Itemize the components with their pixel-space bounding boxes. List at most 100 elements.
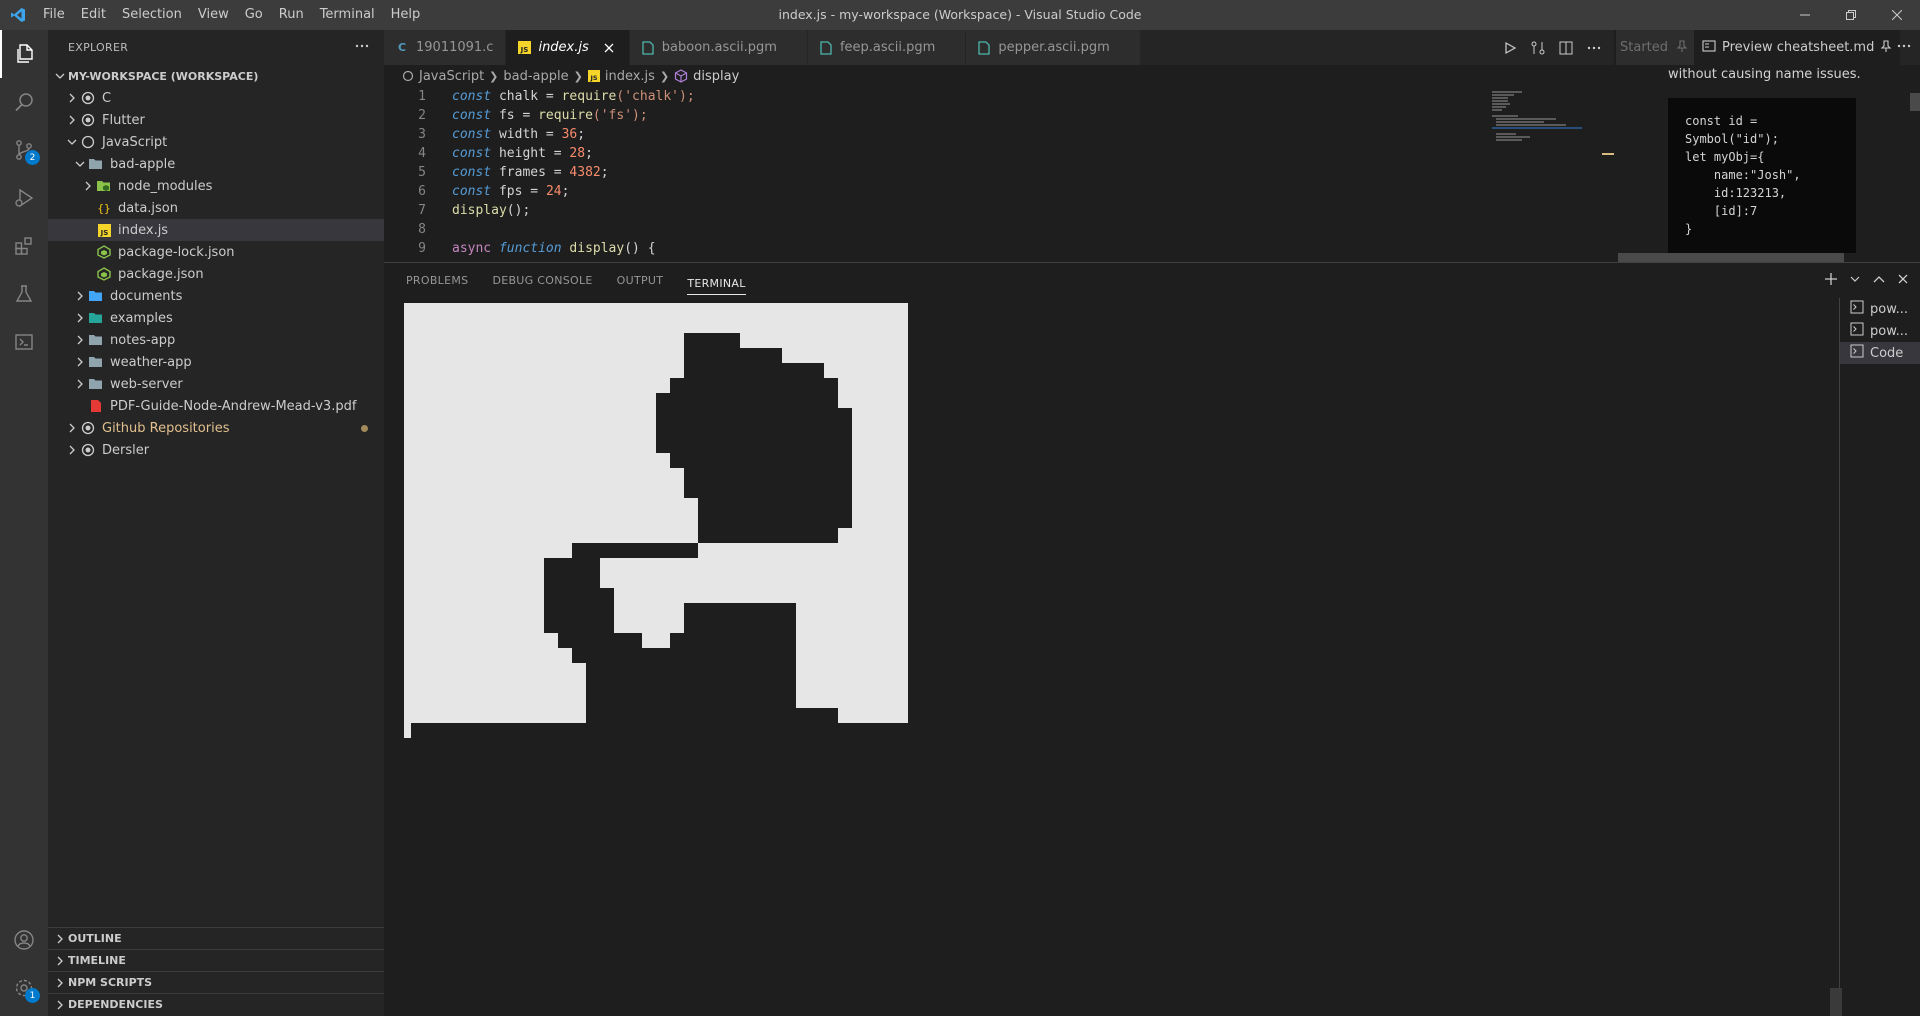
ascii-pixel-run (852, 453, 908, 468)
tree-item-package-json[interactable]: package.json (48, 263, 384, 285)
search-icon[interactable] (0, 78, 48, 126)
tab-pepper-ascii-pgm[interactable]: pepper.ascii.pgm (966, 30, 1141, 65)
tab-19011091-c[interactable]: C 19011091.c (384, 30, 507, 65)
tree-item-dersler[interactable]: Dersler (48, 439, 384, 461)
tree-item-bad-apple[interactable]: bad-apple (48, 153, 384, 175)
menu-file[interactable]: File (35, 0, 73, 30)
node-folder-icon (96, 175, 112, 197)
tree-item-flutter[interactable]: Flutter (48, 109, 384, 131)
breadcrumb-item-display[interactable]: display (674, 69, 739, 84)
close-window-icon[interactable] (1874, 0, 1920, 30)
tab-preview-cheatsheet[interactable]: Preview cheatsheet.md (1694, 30, 1901, 65)
tree-item-javascript[interactable]: JavaScript (48, 131, 384, 153)
ascii-pixel-run (404, 378, 670, 393)
modified-dot-icon (361, 425, 368, 432)
breadcrumb-item-javascript[interactable]: JavaScript (402, 69, 484, 84)
tab-output[interactable]: OUTPUT (617, 263, 664, 298)
tree-item-github-repositories[interactable]: Github Repositories (48, 417, 384, 439)
preview-icon (1702, 39, 1716, 56)
testing-icon[interactable] (0, 270, 48, 318)
workspace-header[interactable]: MY-WORKSPACE (WORKSPACE) (48, 65, 384, 87)
tab-terminal[interactable]: TERMINAL (687, 272, 746, 295)
settings-gear-icon[interactable]: 1 (0, 964, 48, 1012)
open-changes-icon[interactable] (1526, 36, 1550, 60)
tree-item-weather-app[interactable]: weather-app (48, 351, 384, 373)
tree-label: examples (110, 310, 173, 326)
menu-selection[interactable]: Selection (114, 0, 190, 30)
explorer-icon[interactable] (0, 30, 48, 78)
tab-baboon-ascii-pgm[interactable]: baboon.ascii.pgm (629, 30, 808, 65)
breadcrumb-item-index-js[interactable]: JS index.js (587, 69, 655, 84)
remote-explorer-icon[interactable] (0, 318, 48, 366)
pin-icon[interactable] (1676, 39, 1688, 56)
minimize-icon[interactable] (1782, 0, 1828, 30)
terminal-item-powershell-1[interactable]: pow... (1840, 298, 1920, 320)
new-terminal-icon[interactable] (1822, 269, 1840, 289)
more-actions-icon[interactable] (354, 38, 370, 57)
ascii-pixel-run (404, 303, 908, 318)
close-tab-icon[interactable] (601, 40, 617, 56)
tree-label: weather-app (110, 354, 192, 370)
tab-index-js[interactable]: JS index.js (506, 30, 630, 65)
tree-item-node-modules[interactable]: node_modules (48, 175, 384, 197)
code-line: 3 const width = 36; (384, 125, 1602, 144)
tab-problems[interactable]: PROBLEMS (406, 263, 468, 298)
run-debug-icon[interactable] (0, 174, 48, 222)
tab-debug-console[interactable]: DEBUG CONSOLE (492, 263, 592, 298)
tree-item-documents[interactable]: documents (48, 285, 384, 307)
tree-item-notes-app[interactable]: notes-app (48, 329, 384, 351)
breadcrumb-item-bad-apple[interactable]: bad-apple (503, 69, 568, 84)
menu-edit[interactable]: Edit (73, 0, 114, 30)
npm-scripts-section[interactable]: NPM SCRIPTS (48, 971, 384, 993)
tree-label: package.json (118, 266, 204, 282)
more-actions-icon[interactable] (1896, 38, 1912, 58)
markdown-preview[interactable]: without causing name issues. const id = … (1616, 65, 1920, 262)
terminal-output[interactable] (404, 303, 1804, 1013)
terminal-scrollbar[interactable] (1830, 988, 1842, 1016)
restore-icon[interactable] (1828, 0, 1874, 30)
timeline-section[interactable]: TIMELINE (48, 949, 384, 971)
horizontal-scrollbar[interactable] (1618, 253, 1844, 262)
accounts-icon[interactable] (0, 916, 48, 964)
tree-item-web-server[interactable]: web-server (48, 373, 384, 395)
tab-started[interactable]: Started (1616, 30, 1694, 65)
editor-scrollbar[interactable] (1602, 87, 1614, 262)
tree-item-data-json[interactable]: {} data.json (48, 197, 384, 219)
menu-view[interactable]: View (190, 0, 237, 30)
line-number: 2 (418, 108, 426, 123)
split-editor-icon[interactable] (1554, 36, 1578, 60)
ascii-pixel-run (796, 633, 908, 648)
close-panel-icon[interactable] (1894, 269, 1912, 289)
dependencies-section[interactable]: DEPENDENCIES (48, 993, 384, 1015)
menu-help[interactable]: Help (383, 0, 429, 30)
pin-icon[interactable] (1880, 39, 1892, 56)
tree-item-c[interactable]: C (48, 87, 384, 109)
terminal-label: pow... (1870, 323, 1909, 339)
terminal-item-code[interactable]: Code (1840, 342, 1920, 364)
more-actions-icon[interactable] (1582, 36, 1606, 60)
run-file-icon[interactable] (1498, 36, 1522, 60)
chevron-down-icon[interactable] (1846, 269, 1864, 289)
tab-feep-ascii-pgm[interactable]: feep.ascii.pgm (807, 30, 967, 65)
outline-section[interactable]: OUTLINE (48, 927, 384, 949)
menu-terminal[interactable]: Terminal (312, 0, 383, 30)
svg-text:JS: JS (99, 229, 108, 237)
chevron-right-icon (52, 956, 68, 966)
maximize-panel-icon[interactable] (1870, 269, 1888, 289)
tree-item-examples[interactable]: examples (48, 307, 384, 329)
ascii-pixel-run (852, 423, 908, 438)
minimap[interactable] (1490, 87, 1602, 262)
menu-run[interactable]: Run (271, 0, 312, 30)
terminal-item-powershell-2[interactable]: pow... (1840, 320, 1920, 342)
code-editor[interactable]: 1 const chalk = require('chalk'); 2 cons… (384, 87, 1602, 262)
extensions-icon[interactable] (0, 222, 48, 270)
terminal-icon (1850, 322, 1864, 340)
line-number: 9 (418, 241, 426, 256)
source-control-icon[interactable]: 2 (0, 126, 48, 174)
tree-item-index-js[interactable]: JS index.js (48, 219, 384, 241)
menu-go[interactable]: Go (237, 0, 271, 30)
tree-item-pdf[interactable]: PDF-Guide-Node-Andrew-Mead-v3.pdf (48, 395, 384, 417)
chevron-right-icon (72, 351, 88, 373)
vertical-scrollbar[interactable] (1910, 93, 1920, 111)
tree-item-package-lock-json[interactable]: package-lock.json (48, 241, 384, 263)
